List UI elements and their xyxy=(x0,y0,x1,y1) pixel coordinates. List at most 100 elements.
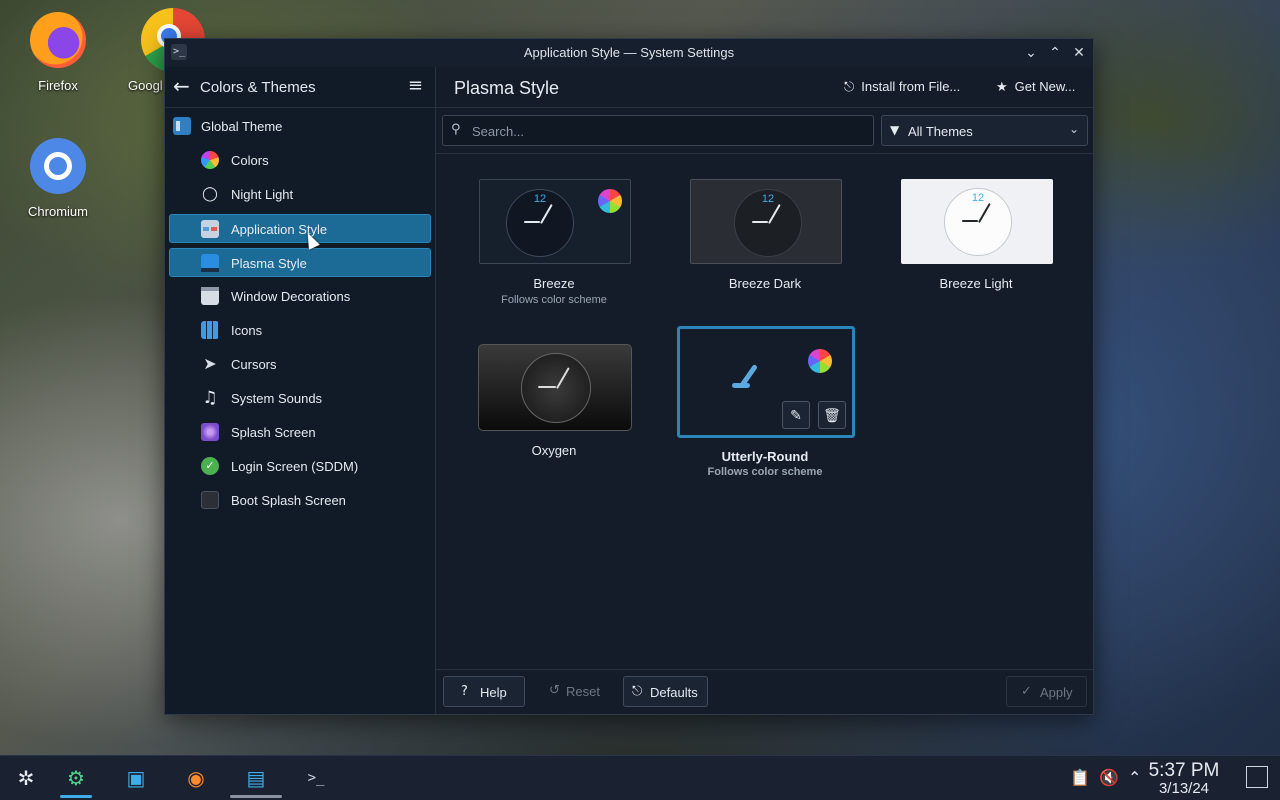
volume-muted-icon[interactable]: 🔇 xyxy=(1099,768,1119,787)
theme-card-breeze[interactable]: 12 Breeze Follows color scheme xyxy=(464,154,644,324)
desktop-icon-firefox[interactable]: Firefox xyxy=(13,12,103,93)
help-label: Help xyxy=(480,685,507,700)
splash-screen-icon xyxy=(201,423,219,441)
install-from-file-button[interactable]: ⎋ Install from File... xyxy=(844,79,960,95)
clipboard-icon[interactable]: 📋 xyxy=(1070,768,1090,787)
search-input[interactable] xyxy=(470,120,864,142)
theme-subtitle: Follows color scheme xyxy=(501,294,607,306)
theme-preview: ✎ 🗑 xyxy=(677,326,855,438)
taskbar-dolphin[interactable]: ▤ xyxy=(230,762,282,798)
clock-preview: 12 xyxy=(506,189,574,257)
sidebar-item-login-screen[interactable]: ✓ Login Screen (SDDM) xyxy=(169,452,431,481)
taskbar-clock-date[interactable]: 3/13/24 xyxy=(1139,780,1229,797)
system-settings-window: >_ Application Style — System Settings ⌄… xyxy=(164,38,1094,715)
question-icon: ? xyxy=(461,684,468,699)
sidebar-item-boot-splash-screen[interactable]: Boot Splash Screen xyxy=(169,486,431,515)
sidebar: ← Colors & Themes ≡ Global Theme Colors … xyxy=(165,67,436,714)
maximize-button[interactable]: ⌃ xyxy=(1045,43,1065,63)
clock-hands-preview xyxy=(732,363,772,391)
reset-button[interactable]: ↺ Reset xyxy=(535,676,615,707)
edit-theme-button[interactable]: ✎ xyxy=(782,401,810,429)
search-field[interactable]: ⚲ xyxy=(442,115,874,146)
filter-icon: ▼ xyxy=(890,123,900,137)
defaults-button[interactable]: ⎋ Defaults xyxy=(623,676,708,707)
main-header: Plasma Style ⎋ Install from File... ★ Get … xyxy=(436,67,1093,108)
back-arrow-icon[interactable]: ← xyxy=(173,76,190,96)
sidebar-item-global-theme[interactable]: Global Theme xyxy=(169,112,431,141)
theme-name: Breeze xyxy=(533,276,575,291)
taskbar-terminal[interactable]: >_ xyxy=(296,762,336,794)
login-screen-icon: ✓ xyxy=(201,457,219,475)
window-title: Application Style — System Settings xyxy=(523,45,735,60)
sidebar-item-label: Cursors xyxy=(231,357,277,372)
help-button[interactable]: ? Help xyxy=(443,676,525,707)
theme-card-utterly-round[interactable]: ✎ 🗑 Utterly-Round Follows color scheme xyxy=(675,326,855,486)
app-launcher-button[interactable]: ✲ xyxy=(6,762,46,794)
apply-button[interactable]: ✓ Apply xyxy=(1006,676,1087,707)
clock-preview: 12 xyxy=(944,188,1012,256)
theme-preview: 12 xyxy=(479,179,631,264)
active-indicator xyxy=(60,795,92,798)
global-theme-icon xyxy=(173,117,191,135)
sidebar-item-night-light[interactable]: ◯ Night Light xyxy=(169,180,431,209)
sidebar-item-label: Window Decorations xyxy=(231,289,351,304)
theme-filter-dropdown[interactable]: ▼ All Themes ⌄ xyxy=(881,115,1088,146)
sidebar-item-system-sounds[interactable]: ♫ System Sounds xyxy=(169,384,431,413)
theme-name: Breeze Light xyxy=(939,276,1013,291)
sidebar-item-splash-screen[interactable]: Splash Screen xyxy=(169,418,431,447)
sidebar-item-label: Plasma Style xyxy=(231,256,307,271)
discover-store-icon: ▣ xyxy=(126,766,146,790)
taskbar-clock-time[interactable]: 5:37 PM xyxy=(1139,760,1229,782)
sidebar-item-colors[interactable]: Colors xyxy=(169,146,431,175)
icons-icon xyxy=(201,321,219,339)
hamburger-menu-icon[interactable]: ≡ xyxy=(408,77,423,95)
system-settings-icon: ⚙ xyxy=(67,766,85,790)
sidebar-item-cursors[interactable]: ➤ Cursors xyxy=(169,350,431,379)
minimize-button[interactable]: ⌄ xyxy=(1021,43,1041,63)
colors-icon xyxy=(201,151,219,169)
star-icon: ★ xyxy=(996,80,1008,95)
title-bar[interactable]: >_ Application Style — System Settings ⌄… xyxy=(165,39,1093,68)
sidebar-item-label: Icons xyxy=(231,323,263,338)
filter-selected-value: All Themes xyxy=(908,124,973,139)
theme-preview xyxy=(478,344,632,431)
get-new-button[interactable]: ★ Get New... xyxy=(996,79,1075,95)
folder-icon: ▤ xyxy=(246,766,266,790)
theme-card-breeze-light[interactable]: 12 Breeze Light xyxy=(886,154,1066,324)
close-button[interactable]: ✕ xyxy=(1069,43,1089,63)
sidebar-item-window-decorations[interactable]: Window Decorations xyxy=(169,282,431,311)
footer-bar: ? Help ↺ Reset ⎋ Defaults ✓ Apply xyxy=(436,669,1093,714)
plasma-style-icon xyxy=(201,254,219,272)
sidebar-item-label: Night Light xyxy=(231,187,294,202)
taskbar-system-settings[interactable]: ⚙ xyxy=(56,762,96,798)
sidebar-item-label: Boot Splash Screen xyxy=(231,493,346,508)
delete-theme-button[interactable]: 🗑 xyxy=(818,401,846,429)
sidebar-item-label: Login Screen (SDDM) xyxy=(231,459,359,474)
sidebar-item-application-style[interactable]: Application Style xyxy=(169,214,431,243)
taskbar-discover[interactable]: ▣ xyxy=(116,762,156,794)
desktop-icon-label: Chromium xyxy=(28,204,88,219)
defaults-label: Defaults xyxy=(650,685,698,700)
show-desktop-button[interactable] xyxy=(1246,766,1268,788)
clock-numeral: 12 xyxy=(971,192,985,204)
theme-card-oxygen[interactable]: Oxygen xyxy=(464,326,644,486)
get-new-label: Get New... xyxy=(1014,79,1076,94)
reset-label: Reset xyxy=(566,684,600,699)
lightbulb-icon: ◯ xyxy=(202,186,218,202)
theme-card-breeze-dark[interactable]: 12 Breeze Dark xyxy=(675,154,855,324)
taskbar-firefox[interactable]: ◉ xyxy=(176,762,216,794)
search-icon: ⚲ xyxy=(451,122,461,137)
boot-splash-icon xyxy=(201,491,219,509)
sidebar-item-icons[interactable]: Icons xyxy=(169,316,431,345)
sidebar-item-label: System Sounds xyxy=(231,391,323,406)
color-scheme-icon xyxy=(808,349,832,373)
music-note-icon: ♫ xyxy=(202,388,218,408)
desktop-icon-chromium[interactable]: Chromium xyxy=(13,138,103,219)
checkmark-icon: ✓ xyxy=(1021,684,1032,699)
sidebar-item-plasma-style[interactable]: Plasma Style xyxy=(169,248,431,277)
theme-preview: 12 xyxy=(901,179,1053,264)
clock-numeral: 12 xyxy=(761,193,775,205)
main-panel: Plasma Style ⎋ Install from File... ★ Get … xyxy=(436,67,1093,714)
theme-grid: 12 Breeze Follows color scheme 12 Breeze… xyxy=(436,153,1093,699)
application-style-icon xyxy=(201,220,219,238)
